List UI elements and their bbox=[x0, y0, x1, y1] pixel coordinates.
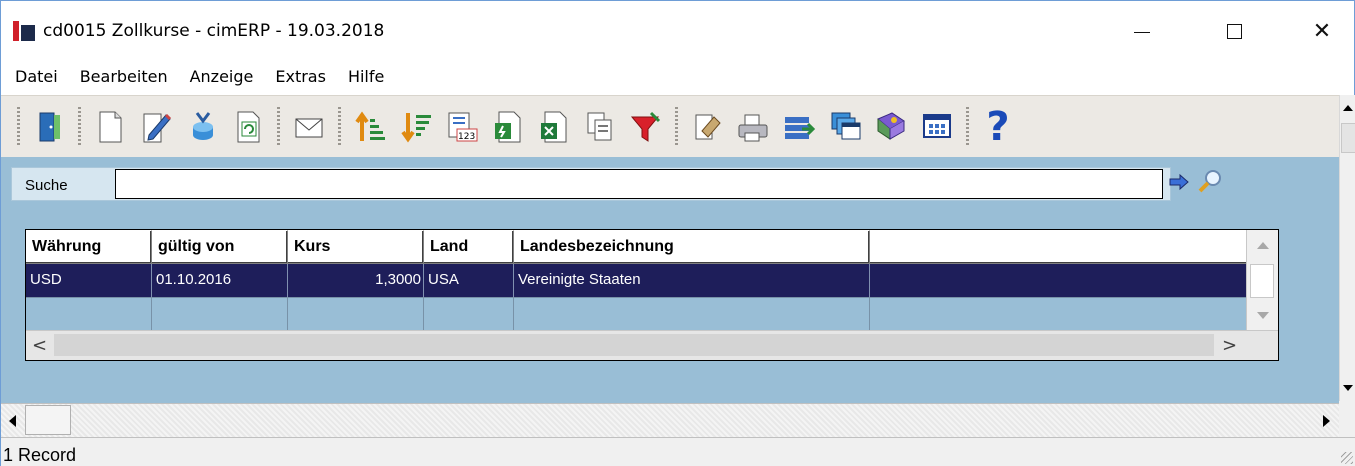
new-document-icon[interactable] bbox=[91, 107, 129, 147]
scrollbar-corner bbox=[1339, 401, 1355, 437]
menu-bar: Datei Bearbeiten Anzeige Extras Hilfe bbox=[1, 57, 1354, 95]
menu-anzeige[interactable]: Anzeige bbox=[190, 67, 254, 86]
book-icon[interactable] bbox=[872, 107, 910, 147]
excel-export-icon[interactable] bbox=[535, 107, 573, 147]
cell-empty[interactable] bbox=[26, 297, 152, 330]
window-title: cd0015 Zollkurse - cimERP - 19.03.2018 bbox=[43, 21, 385, 41]
cell-empty[interactable] bbox=[424, 297, 514, 330]
cell-gueltig-von[interactable]: 01.10.2016 bbox=[152, 264, 288, 297]
magnifier-icon[interactable] bbox=[1196, 167, 1224, 195]
scroll-track[interactable] bbox=[54, 334, 1214, 356]
table-icon[interactable] bbox=[918, 107, 956, 147]
menu-hilfe[interactable]: Hilfe bbox=[348, 67, 384, 86]
exit-door-icon[interactable] bbox=[30, 107, 68, 147]
sort-ascending-icon[interactable] bbox=[351, 107, 389, 147]
search-label: Suche bbox=[25, 177, 68, 194]
cell-landesbezeichnung[interactable]: Vereinigte Staaten bbox=[514, 264, 870, 297]
close-button[interactable]: ✕ bbox=[1299, 11, 1345, 51]
arrow-right-icon[interactable] bbox=[1168, 171, 1190, 193]
export-icon[interactable] bbox=[489, 107, 527, 147]
scroll-down-icon[interactable] bbox=[1257, 312, 1269, 319]
column-header-kurs[interactable]: Kurs bbox=[288, 230, 424, 264]
main-panel: Suche Währung gültig von Kurs Land Lande… bbox=[1, 157, 1339, 403]
toolbar-separator bbox=[78, 106, 81, 147]
save-to-db-icon[interactable] bbox=[183, 107, 221, 147]
cell-extra[interactable] bbox=[870, 264, 1248, 297]
menu-extras[interactable]: Extras bbox=[275, 67, 326, 86]
minimize-icon bbox=[1134, 31, 1150, 33]
number-format-icon[interactable]: 123 bbox=[443, 107, 481, 147]
help-symbol: ? bbox=[986, 103, 1010, 150]
column-header-gueltig-von[interactable]: gültig von bbox=[152, 230, 288, 264]
table-row-new[interactable] bbox=[26, 297, 1248, 330]
toolbar-separator bbox=[675, 106, 678, 147]
toolbar-separator bbox=[277, 106, 280, 147]
cell-empty[interactable] bbox=[288, 297, 424, 330]
help-icon[interactable]: ? bbox=[979, 107, 1017, 147]
column-header-empty[interactable] bbox=[870, 230, 1248, 264]
svg-text:123: 123 bbox=[458, 132, 475, 142]
scroll-up-icon[interactable] bbox=[1257, 242, 1269, 249]
toolbar-separator bbox=[338, 106, 341, 147]
column-header-waehrung[interactable]: Währung bbox=[26, 230, 152, 264]
data-grid: Währung gültig von Kurs Land Landesbezei… bbox=[25, 229, 1279, 361]
scroll-up-icon[interactable] bbox=[1343, 105, 1353, 111]
copy-icon[interactable] bbox=[581, 107, 619, 147]
cell-empty[interactable] bbox=[870, 297, 1248, 330]
scroll-thumb[interactable] bbox=[25, 405, 71, 435]
scroll-thumb[interactable] bbox=[1250, 264, 1274, 298]
scroll-left-icon[interactable]: < bbox=[32, 335, 47, 356]
cell-waehrung[interactable]: USD bbox=[26, 264, 152, 297]
print-icon[interactable] bbox=[734, 107, 772, 147]
app-icon bbox=[13, 21, 35, 41]
scroll-right-icon[interactable]: > bbox=[1222, 335, 1237, 356]
cell-land[interactable]: USA bbox=[424, 264, 514, 297]
maximize-icon bbox=[1226, 23, 1242, 39]
app-window: cd0015 Zollkurse - cimERP - 19.03.2018 ✕… bbox=[0, 0, 1355, 466]
table-row[interactable]: USD 01.10.2016 1,3000 USA Vereinigte Sta… bbox=[26, 264, 1248, 297]
cell-empty[interactable] bbox=[514, 297, 870, 330]
cell-kurs[interactable]: 1,3000 bbox=[288, 264, 424, 297]
column-header-land[interactable]: Land bbox=[424, 230, 514, 264]
grid-header: Währung gültig von Kurs Land Landesbezei… bbox=[26, 230, 1248, 264]
close-icon: ✕ bbox=[1312, 18, 1332, 44]
sort-descending-icon[interactable] bbox=[397, 107, 435, 147]
cell-empty[interactable] bbox=[152, 297, 288, 330]
toolbar-separator bbox=[966, 106, 969, 147]
record-count: 1 Record bbox=[3, 445, 77, 465]
maximize-button[interactable] bbox=[1211, 11, 1257, 51]
edit-pencil-icon[interactable] bbox=[137, 107, 175, 147]
minimize-button[interactable] bbox=[1119, 11, 1165, 51]
search-input[interactable] bbox=[115, 169, 1163, 199]
menu-datei[interactable]: Datei bbox=[15, 67, 58, 86]
column-header-landesbezeichnung[interactable]: Landesbezeichnung bbox=[514, 230, 870, 264]
scroll-thumb[interactable] bbox=[1341, 123, 1355, 153]
main-horizontal-scrollbar[interactable] bbox=[1, 403, 1339, 437]
toolbar: 123 ? bbox=[1, 95, 1339, 157]
main-vertical-scrollbar[interactable] bbox=[1339, 95, 1355, 401]
grid-horizontal-scrollbar[interactable]: < > bbox=[26, 330, 1278, 360]
resize-grip-icon[interactable] bbox=[1341, 452, 1353, 464]
grid-vertical-scrollbar[interactable] bbox=[1246, 230, 1278, 330]
scroll-right-icon[interactable] bbox=[1323, 415, 1330, 427]
scroll-down-icon[interactable] bbox=[1343, 385, 1353, 391]
hand-tool-icon[interactable] bbox=[688, 107, 726, 147]
scroll-left-icon[interactable] bbox=[9, 415, 16, 427]
title-bar: cd0015 Zollkurse - cimERP - 19.03.2018 ✕ bbox=[1, 1, 1354, 57]
transfer-icon[interactable] bbox=[780, 107, 818, 147]
mail-icon[interactable] bbox=[290, 107, 328, 147]
status-bar: 1 Record bbox=[1, 437, 1355, 466]
filter-funnel-icon[interactable] bbox=[627, 107, 665, 147]
refresh-icon[interactable] bbox=[229, 107, 267, 147]
toolbar-separator bbox=[17, 106, 20, 147]
menu-bearbeiten[interactable]: Bearbeiten bbox=[80, 67, 168, 86]
windows-icon[interactable] bbox=[826, 107, 864, 147]
